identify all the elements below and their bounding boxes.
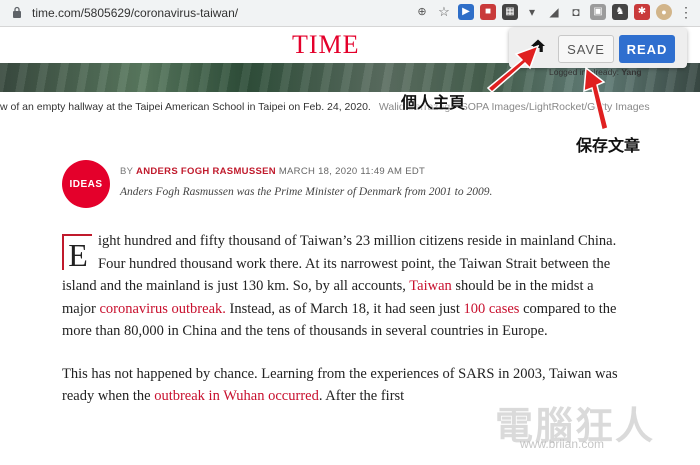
extension-shield-icon[interactable]: ◢ <box>546 4 562 20</box>
link-taiwan[interactable]: Taiwan <box>409 278 451 294</box>
photo-caption: w of an empty hallway at the Taipei Amer… <box>0 101 650 113</box>
zoom-icon[interactable]: ⊕ <box>414 4 430 20</box>
menu-icon[interactable]: ⋮ <box>678 4 694 20</box>
avatar[interactable]: ● <box>656 4 672 20</box>
lock-icon[interactable] <box>12 6 22 18</box>
byline: BY ANDERS FOGH RASMUSSEN MARCH 18, 2020 … <box>120 166 425 177</box>
star-icon[interactable]: ☆ <box>436 4 452 20</box>
address-bar[interactable]: time.com/5805629/coronavirus-taiwan/ <box>32 6 238 20</box>
extension-play-icon[interactable]: ▶ <box>458 4 474 20</box>
extension-gray-icon[interactable]: ▣ <box>590 4 606 20</box>
drop-cap: E <box>62 234 92 272</box>
login-username: Yang <box>621 67 642 77</box>
extension-tray: ⊕ ☆ ▶ ■ ▦ ▾ ◢ ◘ ▣ ♞ ✱ ● ⋮ <box>414 4 694 20</box>
extension-vee-icon[interactable]: ▾ <box>524 4 540 20</box>
link-coronavirus-outbreak[interactable]: coronavirus outbreak. <box>99 301 225 317</box>
paragraph-1: Eight hundred and fifty thousand of Taiw… <box>62 230 622 343</box>
save-annotation-arrow <box>583 66 609 131</box>
byline-prefix: BY <box>120 166 137 177</box>
publish-date: MARCH 18, 2020 11:49 AM EDT <box>275 166 426 177</box>
read-button[interactable]: READ <box>619 35 675 63</box>
watermark-url: www.briian.com <box>520 437 605 451</box>
extension-mouse-icon[interactable]: ◘ <box>568 4 584 20</box>
caption-text: w of an empty hallway at the Taipei Amer… <box>0 101 371 113</box>
link-outbreak-wuhan[interactable]: outbreak in Wuhan occurred <box>154 388 319 404</box>
home-annotation-arrow <box>486 44 540 94</box>
author-bio: Anders Fogh Rasmussen was the Prime Mini… <box>120 186 493 198</box>
text-run: . After the first <box>318 388 405 404</box>
link-100-cases[interactable]: 100 cases <box>463 301 519 317</box>
save-button[interactable]: SAVE <box>558 35 614 63</box>
browser-toolbar: time.com/5805629/coronavirus-taiwan/ ⊕ ☆… <box>0 0 700 27</box>
home-annotation-label: 個人主頁 <box>401 93 466 112</box>
extension-grid-icon[interactable]: ▦ <box>502 4 518 20</box>
text-run: Instead, as of March 18, it had seen jus… <box>225 300 464 317</box>
extension-red-icon[interactable]: ■ <box>480 4 496 20</box>
puzzle-icon[interactable]: ✱ <box>634 4 650 20</box>
time-logo[interactable]: TIME <box>292 30 360 60</box>
extension-sheep-icon[interactable]: ♞ <box>612 4 628 20</box>
author-link[interactable]: ANDERS FOGH RASMUSSEN <box>136 166 276 177</box>
save-annotation-label: 保存文章 <box>576 136 641 155</box>
ideas-badge[interactable]: IDEAS <box>62 160 110 208</box>
